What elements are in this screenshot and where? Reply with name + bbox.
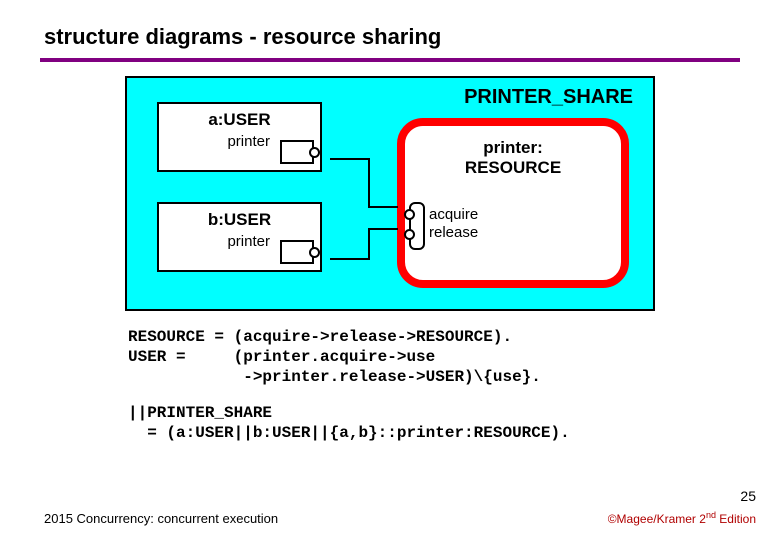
user-a-box: a:USER printer [157, 102, 322, 172]
user-a-port-box [280, 140, 314, 164]
footer-edition-tail: Edition [716, 512, 756, 526]
printer-share-title: PRINTER_SHARE [464, 86, 633, 109]
connector-line [368, 228, 370, 260]
footer-right: ©Magee/Kramer 2nd Edition [608, 510, 756, 526]
connector-line [330, 158, 370, 160]
user-a-label: a:USER [159, 110, 320, 130]
slide-number: 25 [740, 488, 756, 504]
user-b-box: b:USER printer [157, 202, 322, 272]
connector-line [368, 206, 398, 208]
resource-acquire-label: acquire [429, 206, 478, 223]
connector-line [368, 158, 370, 208]
resource-label-1: printer: [405, 138, 621, 158]
connector-line [368, 228, 398, 230]
structure-diagram: PRINTER_SHARE a:USER printer b:USER prin… [125, 76, 655, 311]
slide-title: structure diagrams - resource sharing [0, 0, 780, 58]
connector-line [330, 258, 370, 260]
fsp-code-resource-user: RESOURCE = (acquire->release->RESOURCE).… [128, 327, 730, 387]
footer-edition-suffix: nd [706, 510, 716, 520]
user-b-label: b:USER [159, 210, 320, 230]
resource-label-2: RESOURCE [405, 158, 621, 178]
printer-share-box: PRINTER_SHARE a:USER printer b:USER prin… [125, 76, 655, 311]
footer-left: 2015 Concurrency: concurrent execution [44, 511, 278, 526]
port-circle-icon [404, 229, 415, 240]
resource-box: printer: RESOURCE acquire release [397, 118, 629, 288]
title-underline [40, 58, 740, 62]
footer-copyright: ©Magee/Kramer [608, 512, 700, 526]
resource-release-label: release [429, 224, 478, 241]
footer-edition-num: 2 [699, 512, 706, 526]
port-circle-icon [404, 209, 415, 220]
port-circle-icon [309, 147, 320, 158]
port-circle-icon [309, 247, 320, 258]
user-a-port-label: printer [227, 133, 270, 150]
fsp-code-printer-share: ||PRINTER_SHARE = (a:USER||b:USER||{a,b}… [128, 403, 730, 443]
user-b-port-label: printer [227, 233, 270, 250]
user-b-port-box [280, 240, 314, 264]
